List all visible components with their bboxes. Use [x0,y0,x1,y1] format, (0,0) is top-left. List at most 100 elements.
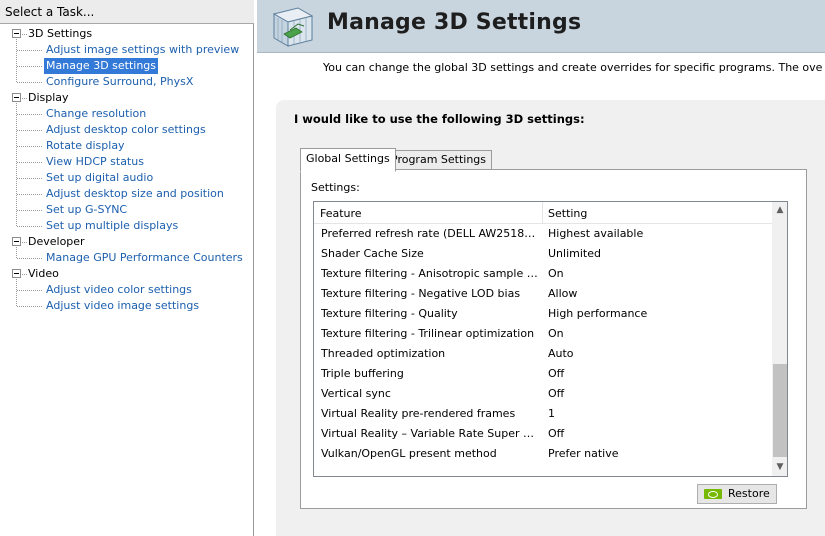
tree-connector [22,34,27,35]
scrollbar-thumb[interactable] [773,364,787,457]
settings-label: Settings: [311,181,360,194]
setting-value[interactable]: Unlimited [548,244,601,264]
list-item[interactable]: Shader Cache Size Unlimited [314,244,772,264]
nvidia-logo-icon [704,489,722,499]
feature-name: Virtual Reality pre-rendered frames [321,407,516,420]
vertical-scrollbar[interactable]: ▲ ▼ [772,202,787,476]
setting-value[interactable]: Allow [548,284,577,304]
feature-name: Texture filtering - Negative LOD bias [321,287,521,300]
page-title: Manage 3D Settings [327,10,582,35]
task-panel-title: Select a Task... [5,5,95,19]
page-banner: Manage 3D Settings [257,0,825,53]
tab-program-settings[interactable]: Program Settings [385,150,493,170]
list-item[interactable]: Preferred refresh rate (DELL AW2518HF) Hi… [314,224,772,244]
tree-category[interactable]: Developer [28,234,85,250]
tree-connector [17,306,42,307]
feature-name: Shader Cache Size [321,247,424,260]
3d-cube-icon [272,7,314,47]
feature-name: Virtual Reality – Variable Rate Super Sa… [321,427,539,440]
list-item[interactable]: Threaded optimization Auto [314,344,772,364]
tree-category[interactable]: Display [28,90,69,106]
tree-connector [17,226,42,227]
tree-expander-icon[interactable] [12,29,21,38]
setting-value[interactable]: Off [548,384,564,404]
tree-item[interactable]: Set up digital audio [44,170,155,186]
settings-list[interactable]: Feature Setting Preferred refresh rate (… [313,201,788,477]
list-item[interactable]: Virtual Reality – Variable Rate Super Sa… [314,424,772,444]
list-item[interactable]: Triple buffering Off [314,364,772,384]
settings-card: I would like to use the following 3D set… [276,100,825,536]
setting-value[interactable]: High performance [548,304,647,324]
tree-category[interactable]: Video [28,266,59,282]
feature-name: Texture filtering - Anisotropic sample o… [321,267,539,280]
tree-connector [17,194,42,195]
list-item[interactable]: Virtual Reality pre-rendered frames 1 [314,404,772,424]
tree-item[interactable]: View HDCP status [44,154,146,170]
feature-name: Threaded optimization [321,347,446,360]
tree-expander-icon[interactable] [12,237,21,246]
tree-connector [17,66,42,67]
list-header: Feature Setting [314,202,772,224]
tree-item[interactable]: Adjust desktop size and position [44,186,226,202]
feature-name: Vertical sync [321,387,391,400]
feature-name: Vulkan/OpenGL present method [321,447,497,460]
setting-value[interactable]: Off [548,364,564,384]
tree-item[interactable]: Manage 3D settings [44,58,159,74]
setting-value[interactable]: On [548,264,564,284]
feature-name: Texture filtering - Trilinear optimizati… [321,327,535,340]
tree-expander-icon[interactable] [12,93,21,102]
list-item[interactable]: Texture filtering - Trilinear optimizati… [314,324,772,344]
tree-connector [17,210,42,211]
tree-connector [17,178,42,179]
tree-expander-icon[interactable] [12,269,21,278]
setting-value[interactable]: Prefer native [548,444,619,464]
tree-connector [16,39,17,82]
tab-global-settings[interactable]: Global Settings [300,148,396,172]
tree-connector [17,290,42,291]
tree-connector [22,242,27,243]
tree-connector [17,146,42,147]
tree-item[interactable]: Adjust image settings with preview [44,42,241,58]
tree-item[interactable]: Set up multiple displays [44,218,180,234]
tree-item[interactable]: Adjust video color settings [44,282,194,298]
list-item[interactable]: Texture filtering - Anisotropic sample o… [314,264,772,284]
tree-item[interactable]: Adjust video image settings [44,298,201,314]
list-rows: Preferred refresh rate (DELL AW2518HF) Hi… [314,224,772,464]
setting-value[interactable]: Auto [548,344,574,364]
setting-value[interactable]: Highest available [548,224,643,244]
setting-value[interactable]: On [548,324,564,344]
tree-connector [17,258,42,259]
scroll-up-icon[interactable]: ▲ [772,202,787,219]
tree-item[interactable]: Adjust desktop color settings [44,122,208,138]
scroll-down-icon[interactable]: ▼ [772,459,787,476]
list-item[interactable]: Texture filtering - Negative LOD bias All… [314,284,772,304]
tree-category[interactable]: 3D Settings [28,26,92,42]
feature-name: Triple buffering [321,367,404,380]
tree-connector [17,162,42,163]
tree-item[interactable]: Configure Surround, PhysX [44,74,195,90]
column-divider[interactable] [542,202,543,224]
card-heading: I would like to use the following 3D set… [294,112,585,126]
setting-value[interactable]: 1 [548,404,555,424]
column-header-setting[interactable]: Setting [548,207,587,220]
task-panel-header: Select a Task... [0,0,254,24]
task-panel: Select a Task... 3D Settings Adjust image… [0,0,254,536]
tree-item[interactable]: Rotate display [44,138,127,154]
tree-connector [16,103,17,226]
setting-value[interactable]: Off [548,424,564,444]
list-item[interactable]: Texture filtering - Quality High performa… [314,304,772,324]
tree-item[interactable]: Set up G-SYNC [44,202,129,218]
tree-connector [17,114,42,115]
tree-item[interactable]: Change resolution [44,106,148,122]
tree-item[interactable]: Manage GPU Performance Counters [44,250,245,266]
column-header-feature[interactable]: Feature [320,207,362,220]
tree-connector [22,98,27,99]
page-description: You can change the global 3D settings an… [323,61,823,74]
list-item[interactable]: Vulkan/OpenGL present method Prefer nativ… [314,444,772,464]
list-item[interactable]: Vertical sync Off [314,384,772,404]
tree-connector [17,50,42,51]
content-panel: Manage 3D Settings You can change the gl… [257,0,825,536]
restore-button[interactable]: Restore [697,484,777,504]
feature-name: Texture filtering - Quality [321,307,458,320]
restore-button-label: Restore [728,487,770,500]
